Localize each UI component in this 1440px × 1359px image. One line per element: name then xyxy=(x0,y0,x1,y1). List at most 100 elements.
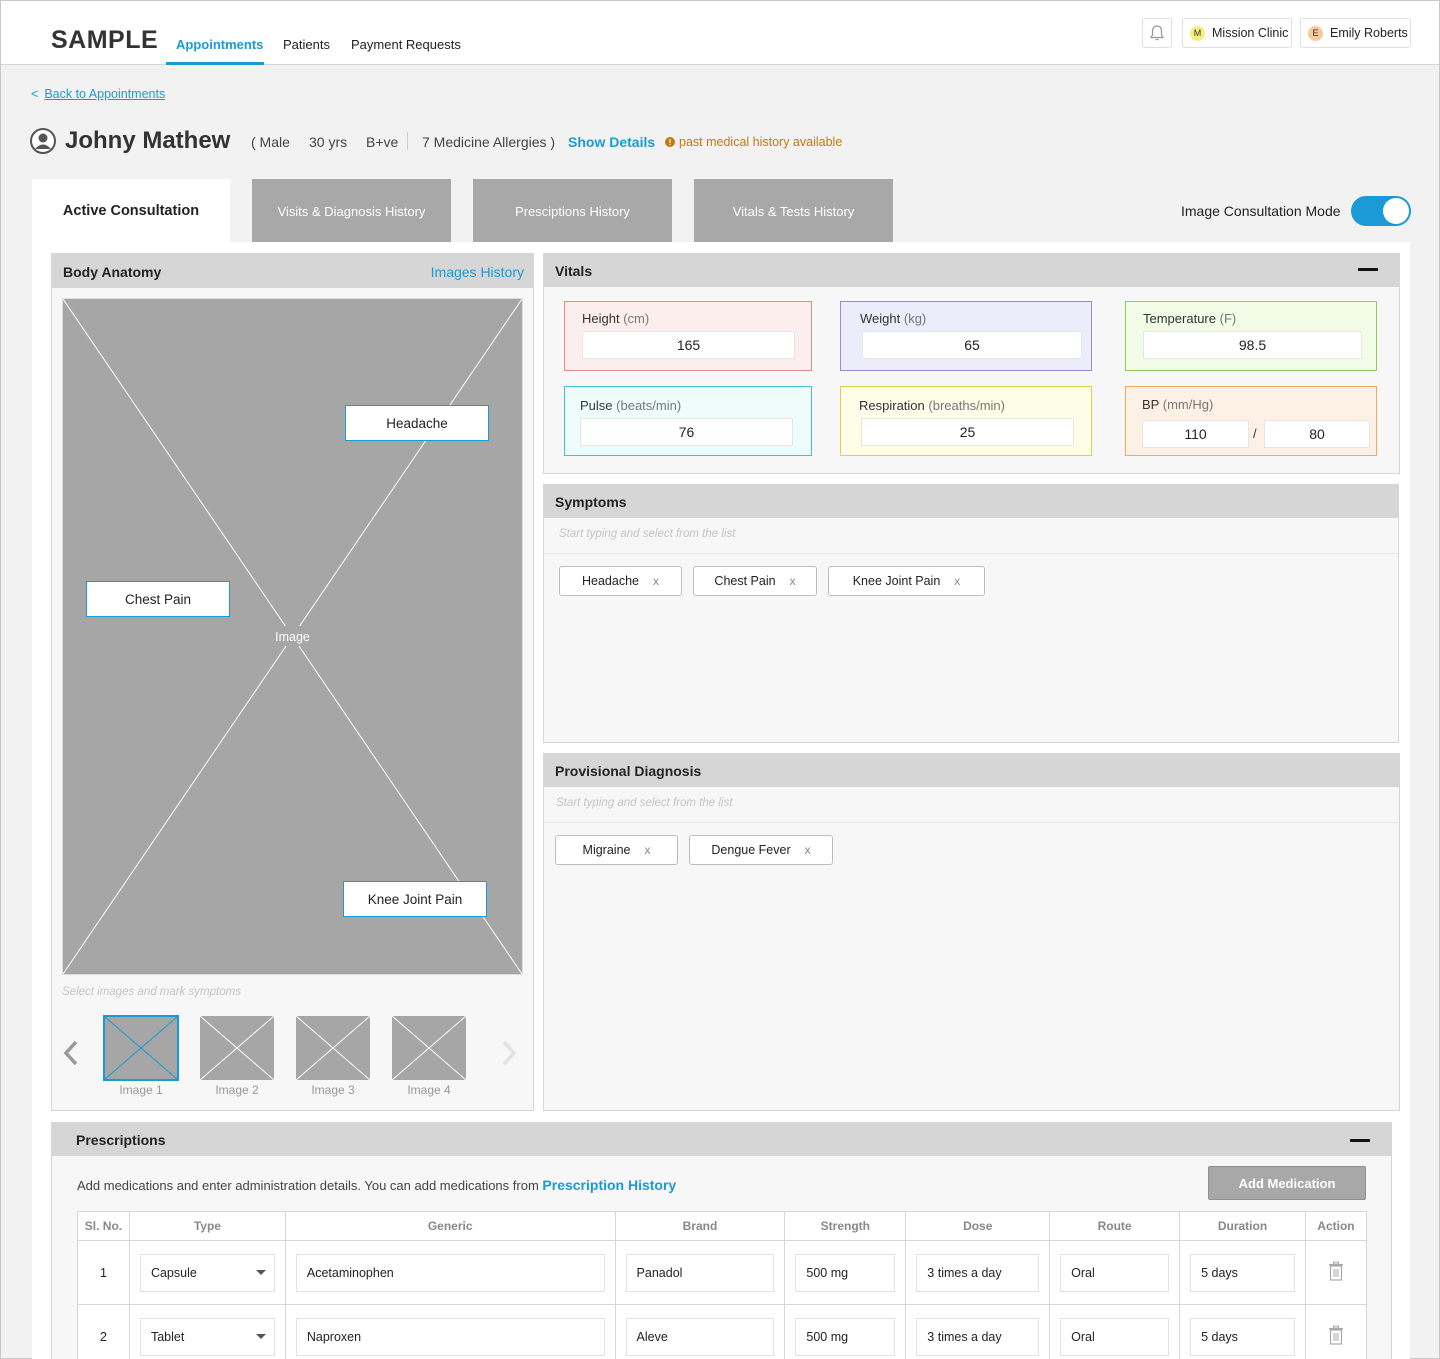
symptom-chip-headache[interactable]: Headache x xyxy=(559,566,682,596)
thumbnail-image-1[interactable] xyxy=(103,1015,179,1081)
dose-input[interactable]: 3 times a day xyxy=(916,1253,1040,1292)
column-header: Route xyxy=(1049,1211,1181,1241)
remove-chip-icon[interactable]: x xyxy=(790,574,796,588)
remove-chip-icon[interactable]: x xyxy=(954,574,960,588)
generic-input[interactable]: Naproxen xyxy=(295,1317,605,1356)
add-medication-button[interactable]: Add Medication xyxy=(1208,1166,1366,1200)
tab-visits-diagnosis-history[interactable]: Visits & Diagnosis History xyxy=(252,179,451,243)
temperature-input[interactable]: 98.5 xyxy=(1143,331,1362,359)
table-header-row: Sl. No. Type Generic Brand Strength Dose… xyxy=(77,1211,1368,1241)
remove-chip-icon[interactable]: x xyxy=(644,843,650,857)
remove-chip-icon[interactable]: x xyxy=(805,843,811,857)
diagnosis-chip-migraine[interactable]: Migraine x xyxy=(555,835,678,865)
trash-icon[interactable] xyxy=(1327,1261,1345,1281)
body-anatomy-title: Body Anatomy xyxy=(63,264,162,280)
trash-icon[interactable] xyxy=(1327,1325,1345,1345)
chip-label: Dengue Fever xyxy=(711,843,791,857)
image-placeholder-label: Image xyxy=(275,630,310,644)
bp-separator: / xyxy=(1253,426,1257,441)
anatomy-image-canvas[interactable]: Image xyxy=(62,298,523,975)
symptoms-header: Symptoms xyxy=(544,485,1398,518)
generic-input[interactable]: Acetaminophen xyxy=(295,1253,605,1292)
height-input[interactable]: 165 xyxy=(582,331,795,359)
app-logo: SAMPLE xyxy=(51,26,159,54)
prescriptions-header: Prescriptions xyxy=(52,1123,1391,1156)
type-select[interactable]: Capsule xyxy=(139,1253,275,1292)
bp-diastolic-input[interactable]: 80 xyxy=(1264,420,1370,448)
nav-payment-requests[interactable]: Payment Requests xyxy=(351,37,461,52)
clinic-avatar: M xyxy=(1190,25,1205,41)
symptoms-panel: Symptoms Start typing and select from th… xyxy=(543,484,1399,743)
chevron-right-icon[interactable] xyxy=(499,1039,519,1067)
dose-input[interactable]: 3 times a day xyxy=(916,1317,1040,1356)
pulse-input[interactable]: 76 xyxy=(580,418,793,446)
symptom-chip-chest-pain[interactable]: Chest Pain x xyxy=(693,566,817,596)
collapse-prescriptions-icon[interactable] xyxy=(1350,1139,1370,1142)
duration-input[interactable]: 5 days xyxy=(1190,1253,1295,1292)
user-name: Emily Roberts xyxy=(1330,26,1408,40)
show-details-link[interactable]: Show Details xyxy=(568,134,655,150)
symptoms-search-input[interactable]: Start typing and select from the list xyxy=(559,528,735,540)
thumbnail-image-4[interactable] xyxy=(392,1016,466,1080)
symptom-chip-knee-joint-pain[interactable]: Knee Joint Pain x xyxy=(828,566,985,596)
diagnosis-title: Provisional Diagnosis xyxy=(555,763,702,779)
top-navigation-bar: SAMPLE Appointments Patients Payment Req… xyxy=(1,1,1439,65)
route-input[interactable]: Oral xyxy=(1060,1253,1170,1292)
back-link-label: Back to Appointments xyxy=(44,87,166,101)
prescriptions-table: Sl. No. Type Generic Brand Strength Dose… xyxy=(77,1211,1368,1359)
symptom-marker-chest-pain[interactable]: Chest Pain xyxy=(86,581,230,617)
divider xyxy=(544,822,1399,823)
notifications-button[interactable] xyxy=(1142,18,1172,48)
chip-label: Chest Pain xyxy=(714,574,776,588)
type-select[interactable]: Tablet xyxy=(139,1317,275,1356)
bp-systolic-input[interactable]: 110 xyxy=(1142,420,1249,448)
collapse-vitals-icon[interactable] xyxy=(1358,268,1378,271)
strength-input[interactable]: 500 mg xyxy=(795,1253,896,1292)
prescriptions-description: Add medications and enter administration… xyxy=(77,1177,677,1193)
tab-prescriptions-history[interactable]: Presciptions History xyxy=(473,179,672,243)
vitals-header: Vitals xyxy=(544,254,1399,287)
type-value: Tablet xyxy=(150,1329,185,1344)
vital-respiration-label: Respiration (breaths/min) xyxy=(859,398,1005,413)
nav-patients[interactable]: Patients xyxy=(283,37,330,52)
diagnosis-chip-dengue-fever[interactable]: Dengue Fever x xyxy=(689,835,833,865)
remove-chip-icon[interactable]: x xyxy=(653,574,659,588)
symptom-marker-knee-joint-pain[interactable]: Knee Joint Pain xyxy=(343,881,487,917)
weight-input[interactable]: 65 xyxy=(862,331,1082,359)
vital-weight-box: Weight (kg) 65 xyxy=(840,301,1092,371)
user-avatar: E xyxy=(1308,25,1323,41)
nav-appointments[interactable]: Appointments xyxy=(176,37,263,52)
provisional-diagnosis-panel: Provisional Diagnosis Start typing and s… xyxy=(543,753,1400,1111)
back-arrow-icon: < xyxy=(31,87,39,101)
brand-input[interactable]: Panadol xyxy=(625,1253,775,1292)
thumbnail-label: Image 2 xyxy=(215,1083,259,1097)
meta-divider xyxy=(407,132,408,150)
thumbnail-label: Image 3 xyxy=(311,1083,355,1097)
thumbnail-image-3[interactable] xyxy=(296,1016,370,1080)
vital-weight-label: Weight (kg) xyxy=(860,311,927,326)
clinic-selector[interactable]: M Mission Clinic xyxy=(1182,18,1292,48)
back-to-appointments-link[interactable]: < Back to Appointments xyxy=(31,87,165,101)
medical-history-notice[interactable]: ! past medical history available xyxy=(665,135,842,149)
images-history-link[interactable]: Images History xyxy=(431,264,524,280)
serial-number: 1 xyxy=(77,1240,130,1305)
route-input[interactable]: Oral xyxy=(1060,1317,1170,1356)
respiration-input[interactable]: 25 xyxy=(861,418,1074,446)
thumbnail-image-2[interactable] xyxy=(200,1016,274,1080)
vital-height-box: Height (cm) 165 xyxy=(564,301,812,371)
prescription-history-link[interactable]: Prescription History xyxy=(542,1177,676,1193)
tab-vitals-tests-history[interactable]: Vitals & Tests History xyxy=(694,179,893,243)
tab-active-consultation[interactable]: Active Consultation xyxy=(32,179,230,243)
strength-input[interactable]: 500 mg xyxy=(795,1317,896,1356)
symptom-marker-headache[interactable]: Headache xyxy=(345,405,489,441)
diagnosis-search-input[interactable]: Start typing and select from the list xyxy=(556,797,732,809)
chevron-left-icon[interactable] xyxy=(61,1039,81,1067)
image-consultation-toggle[interactable] xyxy=(1351,196,1411,226)
user-menu[interactable]: E Emily Roberts xyxy=(1300,18,1411,48)
medical-history-text: past medical history available xyxy=(679,135,843,149)
brand-input[interactable]: Aleve xyxy=(625,1317,775,1356)
duration-input[interactable]: 5 days xyxy=(1190,1317,1295,1356)
column-header: Action xyxy=(1304,1211,1368,1241)
chip-label: Migraine xyxy=(582,843,631,857)
vital-temperature-box: Temperature (F) 98.5 xyxy=(1125,301,1377,371)
